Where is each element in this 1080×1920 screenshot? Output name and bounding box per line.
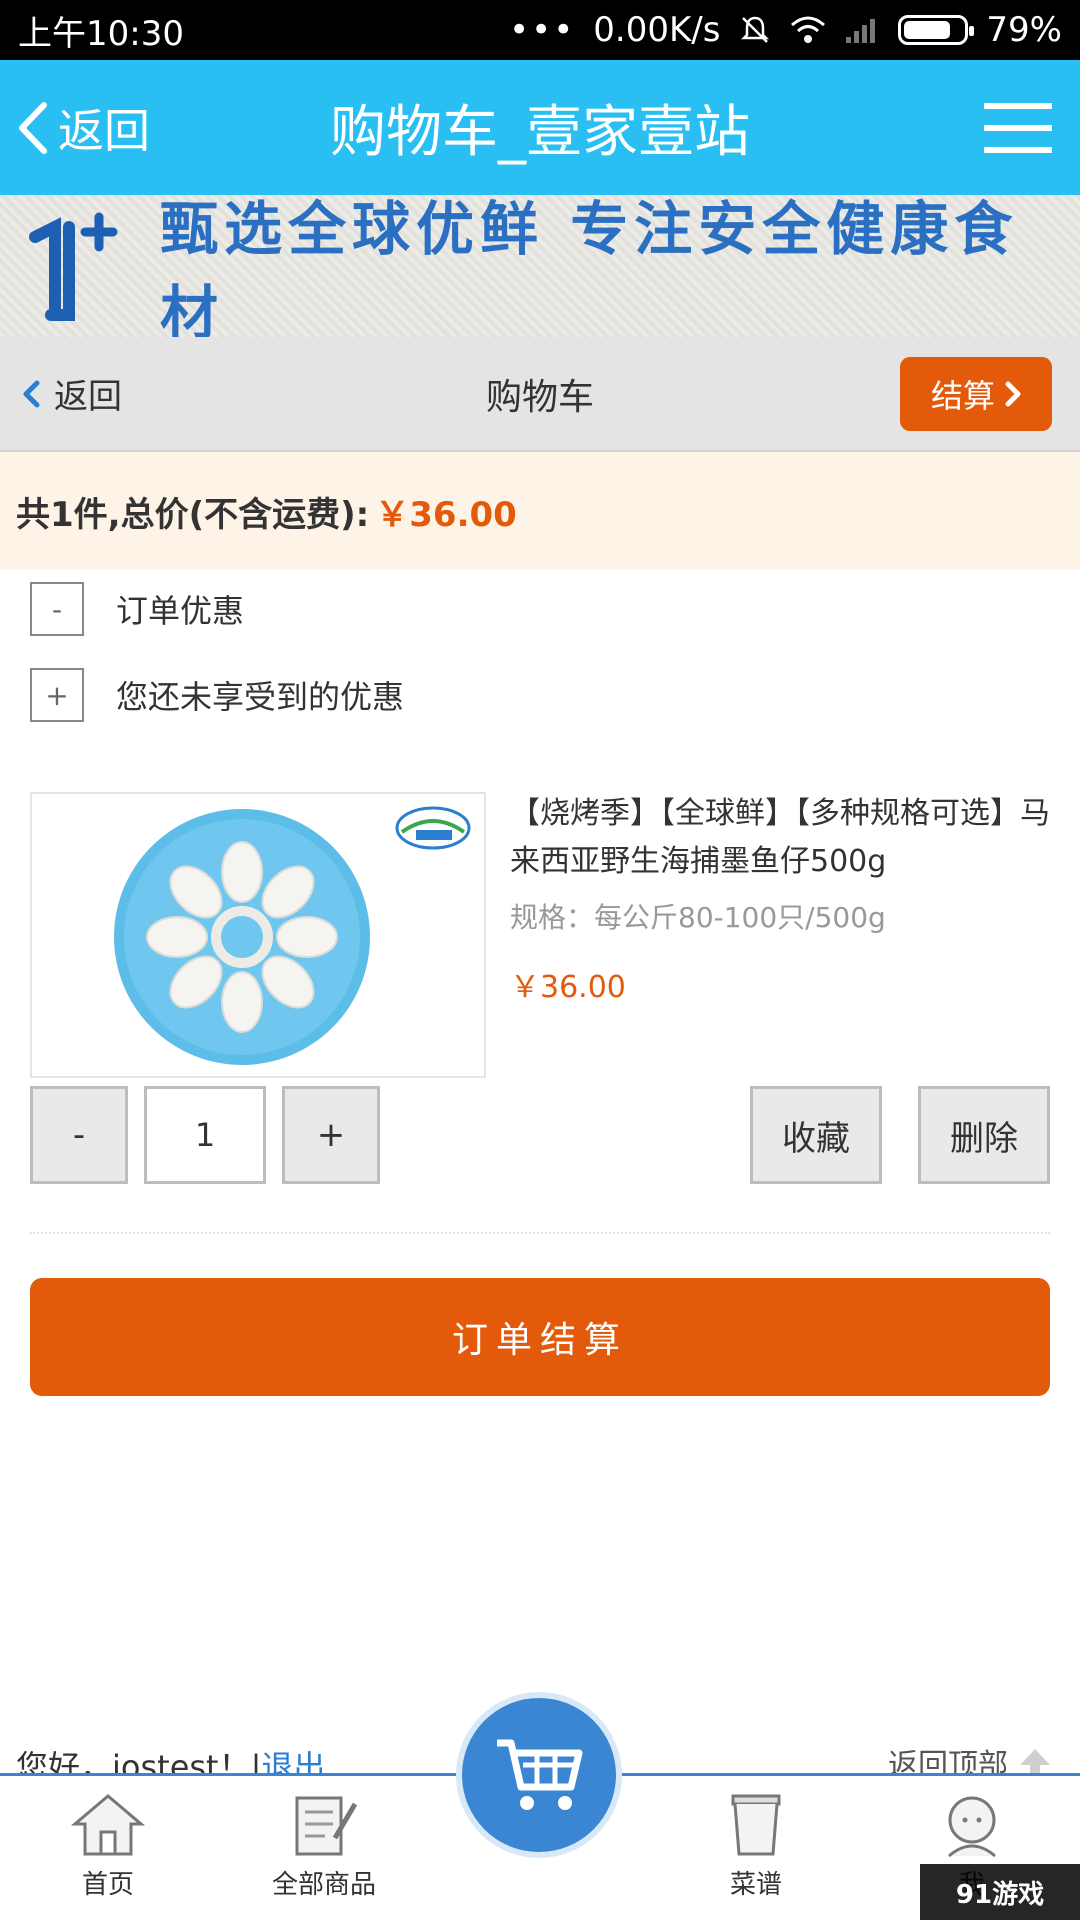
signal-icon [846,19,876,43]
promo-banner: 甄选全球优鲜 专注安全健康食材 [0,195,1080,347]
nav-cart-button[interactable] [456,1692,622,1858]
chevron-left-icon [23,380,40,407]
status-bar: 上午10:30 ••• 0.00K/s 79% [0,0,1080,60]
more-dots-icon: ••• [509,10,576,50]
cart-back-button[interactable]: 返回 [0,369,340,418]
promo-label: 您还未享受到的优惠 [116,678,405,716]
recipe-icon [731,1794,781,1856]
profile-icon [948,1796,996,1858]
status-time: 上午10:30 [18,13,184,54]
product-image[interactable] [30,792,486,1078]
wifi-icon [791,16,826,43]
banner-slogan: 甄选全球优鲜 专注安全健康食材 [160,195,1019,347]
hamburger-menu-icon [984,102,1052,153]
cart-toolbar: 返回 购物车 结算 [0,337,1080,452]
network-speed: 0.00K/s [593,10,721,50]
cart-title: 购物车 [485,376,594,418]
product-price: ￥36.00 [510,970,626,1005]
status-indicators: ••• 0.00K/s 79% [509,10,1062,50]
battery-icon [898,15,975,45]
battery-percent: 79% [986,10,1062,50]
product-spec: 规格：每公斤80-100只/500g [510,901,886,934]
favorite-button[interactable]: 收藏 [750,1086,882,1184]
home-icon [71,1794,145,1856]
cart-back-label: 返回 [54,377,122,417]
hamburger-menu-button[interactable] [880,101,1080,155]
all-products-icon [295,1796,358,1856]
cart-icon [497,1739,583,1810]
watermark-logo: 91游戏 [920,1864,1080,1920]
collapse-toggle[interactable]: - [30,582,84,636]
checkout-wrapper: 结算 [740,356,1080,431]
product-name[interactable]: 【烧烤季】【全球鲜】【多种规格可选】马来西亚野生海捕墨鱼仔500g [510,790,1055,886]
promo-unavailable-discount[interactable]: + 您还未享受到的优惠 [30,668,404,722]
summary-total: ￥36.00 [375,494,517,535]
page-title: 购物车_壹家壹站 [330,100,750,165]
nav-label: 菜谱 [729,1870,782,1900]
quantity-decrease-button[interactable]: - [30,1086,128,1184]
header-back-button[interactable]: 返回 [0,95,200,161]
chevron-left-icon [19,101,47,154]
promo-order-discount[interactable]: - 订单优惠 [30,582,244,636]
summary-label: 共1件,总价(不含运费): [16,494,370,535]
nav-label: 首页 [81,1870,134,1900]
brand-logo-icon [0,207,150,325]
app-header: 返回 购物车_壹家壹站 [0,60,1080,195]
checkout-label: 结算 [930,376,995,415]
divider [30,1232,1050,1234]
checkout-button[interactable]: 结算 [900,356,1052,431]
fresh-motion-logo-icon [394,802,472,856]
nav-all-products[interactable]: 全部商品 [244,1792,404,1901]
cart-summary: 共1件,总价(不含运费): ￥36.00 [0,452,1080,570]
header-back-label: 返回 [58,103,150,158]
nav-recipes[interactable]: 菜谱 [676,1792,836,1901]
order-checkout-button[interactable]: 订单结算 [30,1278,1050,1396]
product-info: 【烧烤季】【全球鲜】【多种规格可选】马来西亚野生海捕墨鱼仔500g 规格：每公斤… [510,790,1055,1006]
quantity-increase-button[interactable]: + [282,1086,380,1184]
delete-button[interactable]: 删除 [918,1086,1050,1184]
quantity-input[interactable]: 1 [144,1086,266,1184]
expand-toggle[interactable]: + [30,668,84,722]
nav-label: 全部商品 [271,1870,376,1900]
promo-label: 订单优惠 [116,592,245,630]
nav-home[interactable]: 首页 [28,1792,188,1901]
mute-icon [741,16,770,43]
chevron-right-icon [1005,381,1021,406]
